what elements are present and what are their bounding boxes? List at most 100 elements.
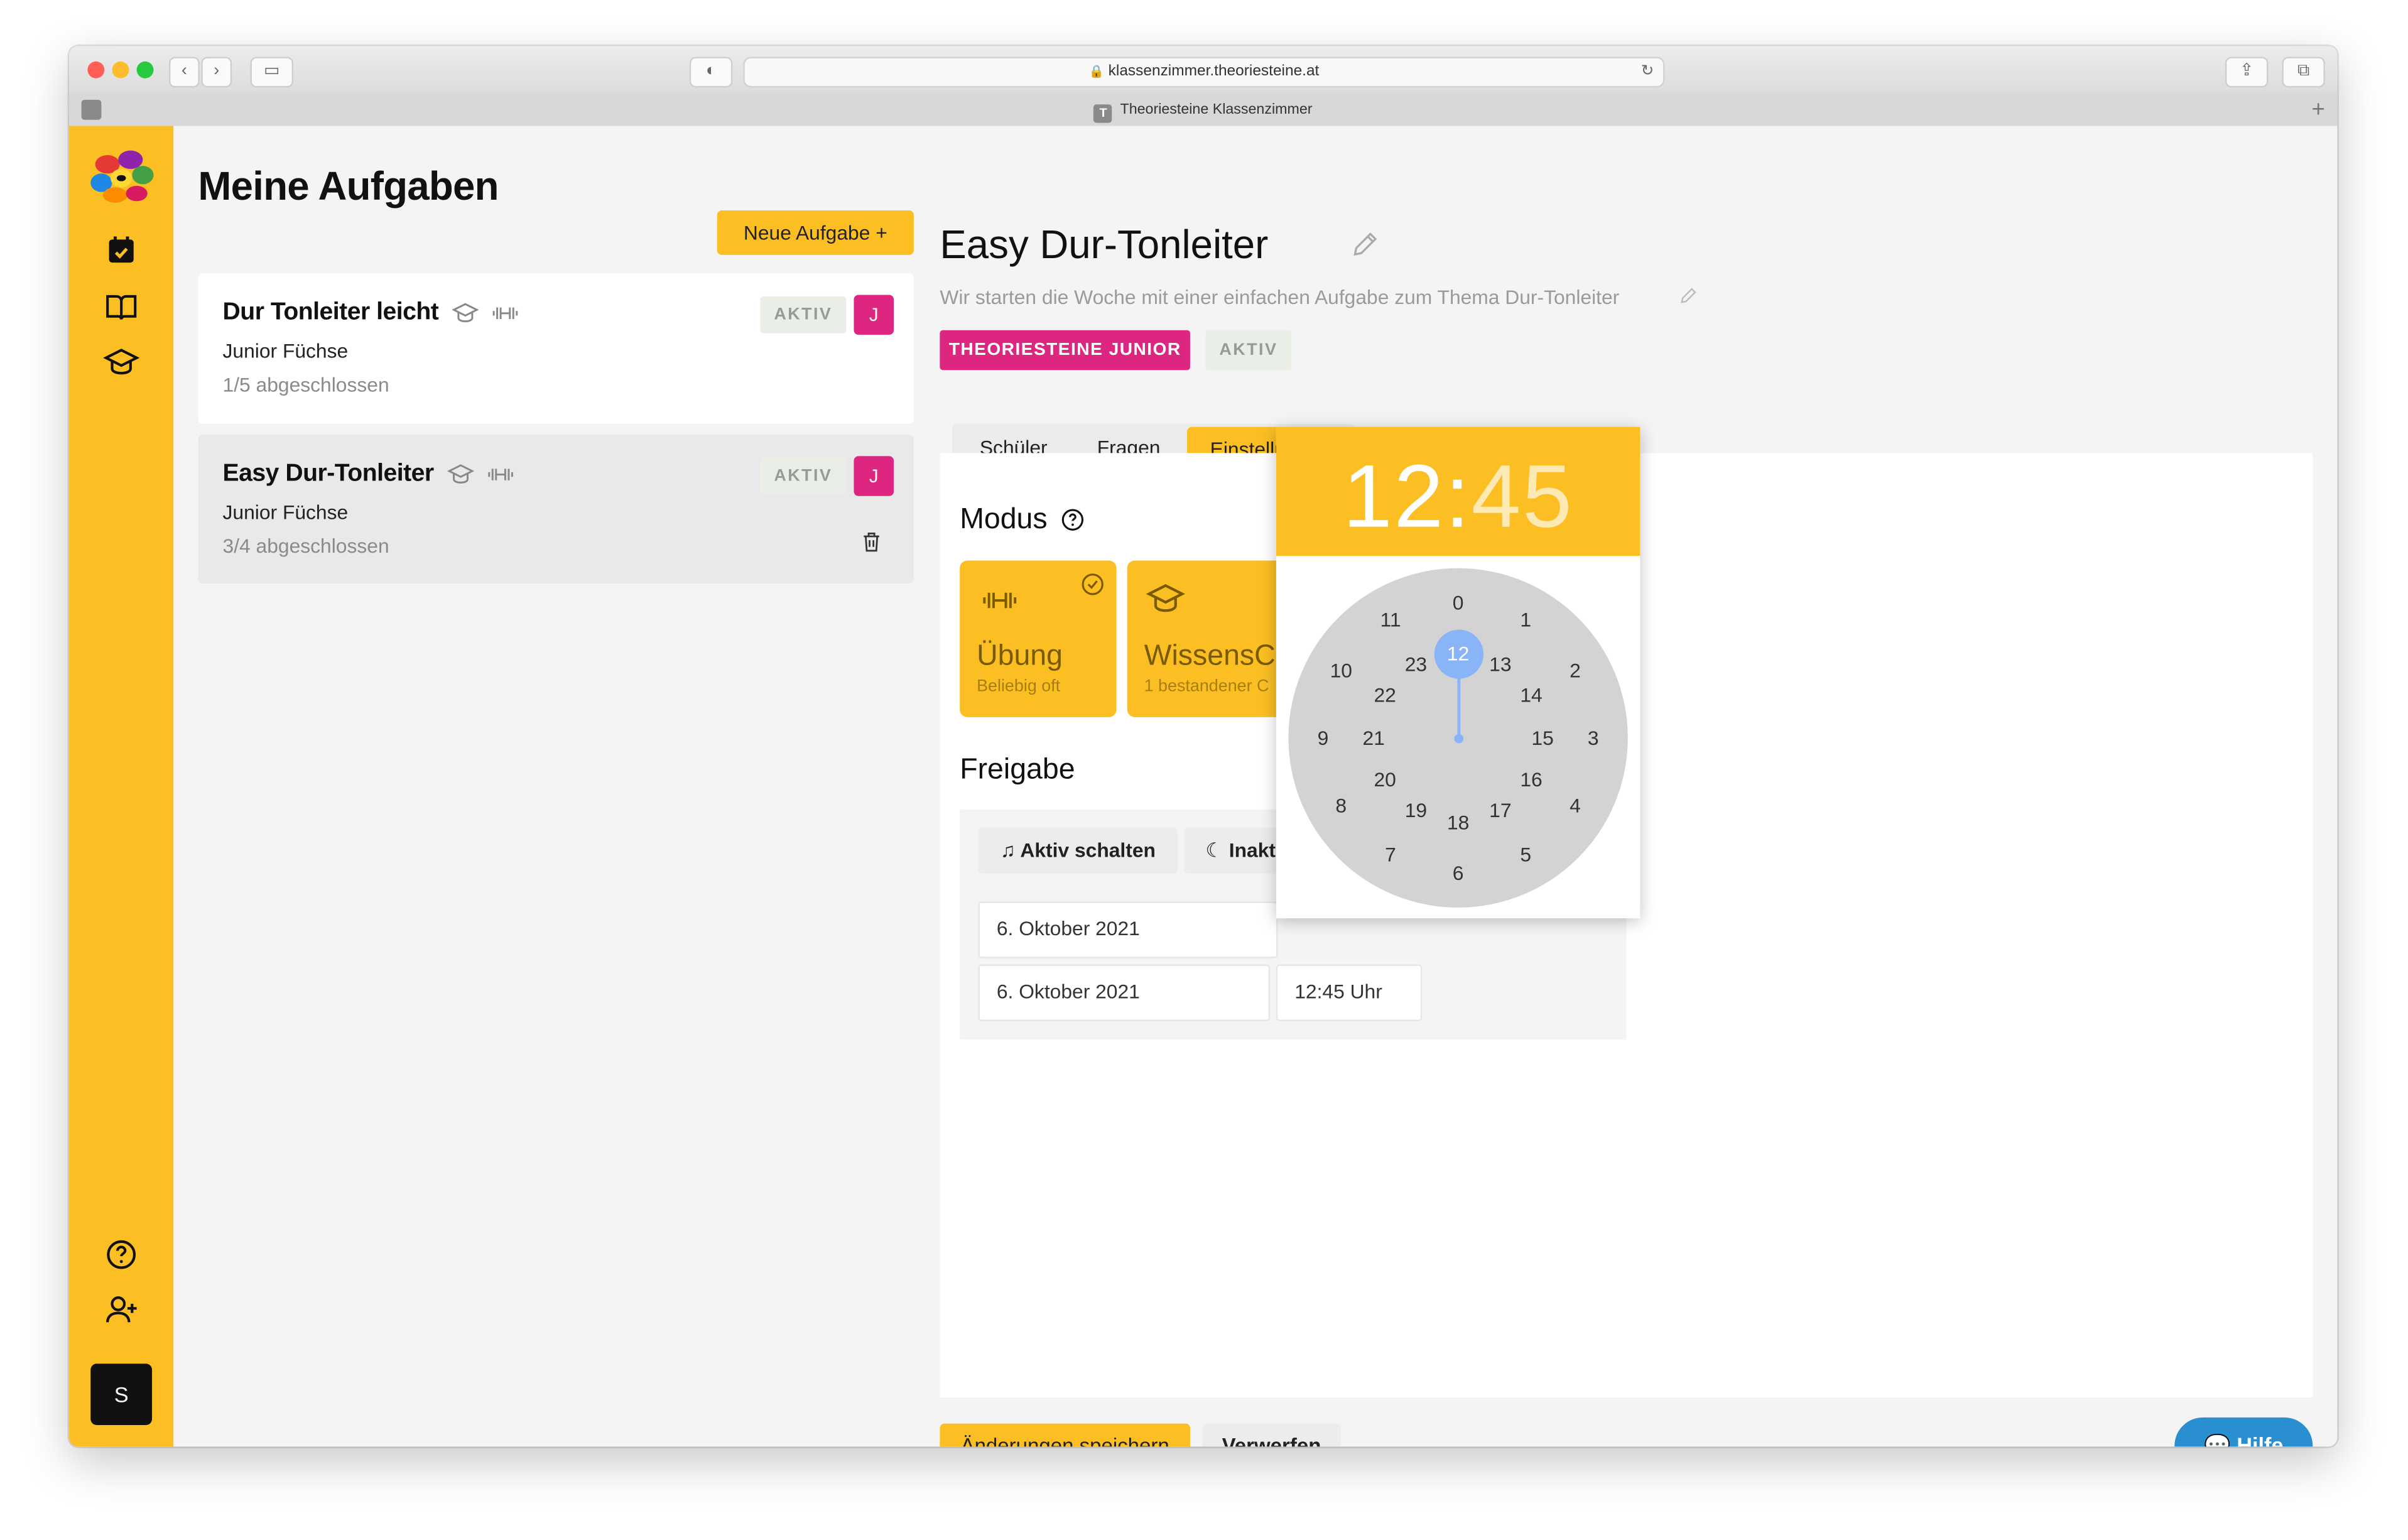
theoriesteine-logo[interactable] [87, 144, 155, 209]
help-label: Hilfe [2237, 1433, 2284, 1447]
tabs-overview-icon[interactable]: ⧉ [2282, 57, 2325, 88]
task-progress: 3/4 abgeschlossen [222, 534, 389, 558]
clock-hour-14[interactable]: 14 [1514, 684, 1548, 707]
privacy-shield-icon[interactable]: ◐ [689, 57, 733, 88]
sidebar-toggle-icon[interactable]: ▭ [250, 57, 294, 88]
clock-hour-3[interactable]: 3 [1576, 727, 1610, 749]
activate-button[interactable]: ♫ Aktiv schalten [978, 827, 1178, 874]
chat-bubble-icon: 💬 [2204, 1433, 2231, 1447]
help-button[interactable]: 💬 Hilfe [2174, 1417, 2313, 1447]
end-time-field[interactable]: 12:45 Uhr [1276, 964, 1423, 1021]
clock-center-dot [1453, 733, 1463, 743]
moon-icon: ☾ [1205, 838, 1223, 862]
task-card-selected[interactable]: Easy Dur-Tonleiter Junior Füchse 3/4 abg… [198, 434, 914, 584]
edit-description-icon[interactable] [1678, 286, 1698, 306]
clock-hour-13[interactable]: 13 [1483, 653, 1517, 675]
clock-hour-20[interactable]: 20 [1368, 769, 1402, 791]
end-date-field[interactable]: 6. Oktober 2021 [978, 964, 1271, 1021]
clock-hour-7[interactable]: 7 [1374, 843, 1407, 865]
clock-hour-18[interactable]: 18 [1441, 811, 1475, 833]
status-badge: AKTIV [1205, 330, 1292, 371]
share-icon[interactable]: ⇪ [2225, 57, 2269, 88]
new-tab-icon[interactable]: + [2311, 97, 2324, 123]
check-circle-icon [1082, 573, 1104, 595]
status-badge: AKTIV [760, 457, 847, 495]
task-detail-title: Easy Dur-Tonleiter [940, 221, 1269, 268]
mode-card-wissenscheck[interactable]: WissensC 1 bestandener C [1127, 560, 1284, 717]
clock-hour-5[interactable]: 5 [1509, 843, 1543, 865]
clock-hour-1[interactable]: 1 [1509, 609, 1543, 631]
graduation-cap-icon [452, 303, 479, 323]
url-text: klassenzimmer.theoriesteine.at [1108, 63, 1320, 80]
clock-hour-22[interactable]: 22 [1368, 684, 1402, 707]
task-group: Junior Füchse [222, 501, 349, 524]
address-bar[interactable]: 🔒 klassenzimmer.theoriesteine.at ↻ [743, 57, 1665, 88]
user-avatar[interactable]: S [90, 1364, 153, 1426]
hour-display[interactable]: 12 [1343, 447, 1445, 547]
reload-icon[interactable]: ↻ [1641, 58, 1654, 86]
lock-icon: 🔒 [1088, 64, 1104, 79]
dumbbell-icon [492, 307, 518, 319]
clock-hour-15[interactable]: 15 [1526, 727, 1559, 749]
task-title: Easy Dur-Tonleiter [222, 460, 435, 487]
clock-hour-10[interactable]: 10 [1324, 659, 1358, 681]
clock-hour-12[interactable]: 12 [1441, 642, 1475, 664]
music-note-icon: ♫ [1000, 838, 1016, 862]
time-display: 12:45 [1276, 445, 1640, 548]
status-badge: AKTIV [760, 296, 847, 333]
graduation-cap-icon [447, 464, 475, 484]
clock-hour-9[interactable]: 9 [1306, 727, 1340, 749]
task-group: Junior Füchse [222, 339, 349, 363]
clock-hour-6[interactable]: 6 [1441, 862, 1475, 884]
clock-hour-2[interactable]: 2 [1558, 659, 1592, 681]
clock-hour-17[interactable]: 17 [1483, 800, 1517, 822]
close-window-button[interactable] [87, 61, 105, 79]
time-picker-header: 12:45 [1276, 426, 1641, 556]
task-description: Wir starten die Woche mit einer einfache… [940, 285, 1620, 309]
book-icon[interactable] [103, 289, 140, 326]
save-button[interactable]: Änderungen speichern [940, 1423, 1190, 1447]
user-plus-icon[interactable] [103, 1291, 140, 1328]
forward-button[interactable]: › [201, 57, 232, 88]
avatar: J [854, 295, 894, 335]
task-card[interactable]: Dur Tonleiter leicht Junior Füchse 1/5 a… [198, 273, 914, 424]
clock-hour-8[interactable]: 8 [1324, 794, 1358, 816]
trash-icon[interactable] [860, 530, 883, 555]
clock-hour-21[interactable]: 21 [1357, 727, 1391, 749]
discard-button[interactable]: Verwerfen [1202, 1423, 1341, 1447]
mode-card-uebung[interactable]: Übung Beliebig oft [960, 560, 1117, 717]
favicon-icon: T [1093, 104, 1113, 123]
clock-hour-19[interactable]: 19 [1399, 800, 1433, 822]
clock-hour-11[interactable]: 11 [1374, 609, 1407, 631]
app-sidebar: S [69, 126, 174, 1447]
new-task-button[interactable]: Neue Aufgabe + [717, 210, 914, 255]
clock-hour-4[interactable]: 4 [1558, 794, 1592, 816]
clock-hour-16[interactable]: 16 [1514, 769, 1548, 791]
tab-bar: T Theoriesteine Klassenzimmer + [69, 94, 2338, 127]
task-title: Dur Tonleiter leicht [222, 299, 439, 326]
start-date-field[interactable]: 6. Oktober 2021 [978, 901, 1278, 958]
help-circle-icon[interactable] [1060, 507, 1086, 533]
zoom-window-button[interactable] [136, 61, 154, 79]
minimize-window-button[interactable] [112, 61, 129, 79]
back-button[interactable]: ‹ [168, 57, 200, 88]
calendar-icon[interactable] [103, 232, 140, 269]
clock-face[interactable]: 0 1 2 3 4 5 6 7 8 9 10 11 12 13 14 15 16 17 18 19 20 21 22 23 [1288, 568, 1628, 908]
browser-window: ‹ › ▭ ◐ 🔒 klassenzimmer.theoriesteine.at… [69, 46, 2338, 1447]
minute-display[interactable]: 45 [1472, 447, 1574, 547]
activate-label: Aktiv schalten [1020, 838, 1156, 862]
edit-title-icon[interactable] [1350, 229, 1380, 259]
clock-hour-23[interactable]: 23 [1399, 653, 1433, 675]
dumbbell-icon [488, 469, 513, 480]
modus-heading: Modus [960, 503, 1048, 536]
task-progress: 1/5 abgeschlossen [222, 373, 389, 396]
mode-title: WissensC [1144, 640, 1276, 673]
active-tab[interactable]: T Theoriesteine Klassenzimmer [69, 94, 2337, 126]
course-tag: THEORIESTEINE JUNIOR [940, 330, 1190, 371]
dumbbell-icon [983, 592, 1017, 609]
graduation-cap-icon[interactable] [103, 344, 140, 381]
mode-title: Übung [977, 640, 1063, 673]
clock-hour-0[interactable]: 0 [1441, 591, 1475, 614]
time-picker[interactable]: 12:45 0 1 2 3 4 5 6 7 8 9 10 11 12 13 14 15 16 17 18 19 20 21… [1276, 426, 1641, 919]
help-circle-icon[interactable] [103, 1236, 140, 1273]
